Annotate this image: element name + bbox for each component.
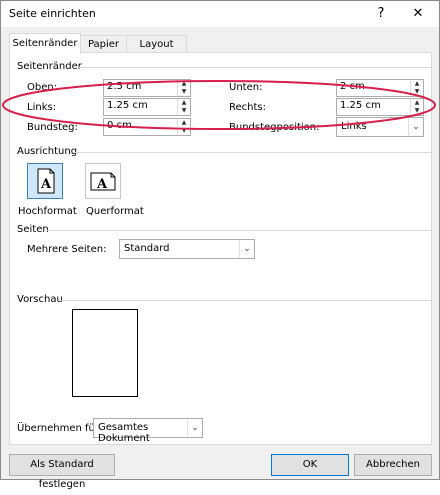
preview-heading: Vorschau — [17, 294, 63, 305]
orientation-heading-divider — [73, 152, 431, 153]
ok-button[interactable]: OK — [271, 454, 349, 476]
apply-to-label: Übernehmen für: — [17, 423, 103, 434]
multiple-pages-select[interactable]: Standard ⌄ — [119, 239, 255, 259]
preview-heading-divider — [59, 300, 431, 301]
svg-text:A: A — [40, 177, 52, 192]
portrait-button[interactable]: A — [27, 163, 63, 199]
svg-text:A: A — [96, 177, 108, 192]
page-setup-dialog: Seite einrichten ? ✕ Seitenränder Papier… — [0, 0, 440, 490]
pages-heading-divider — [47, 230, 431, 231]
orientation-heading: Ausrichtung — [17, 146, 78, 157]
page-preview — [72, 309, 138, 397]
landscape-page-icon: A — [90, 172, 116, 192]
portrait-page-icon: A — [37, 168, 55, 194]
pages-heading: Seiten — [17, 224, 49, 235]
tab-margins[interactable]: Seitenränder — [9, 33, 81, 54]
cancel-button[interactable]: Abbrechen — [354, 454, 432, 476]
multiple-pages-label: Mehrere Seiten: — [27, 244, 107, 255]
landscape-button[interactable]: A — [85, 163, 121, 199]
landscape-label[interactable]: Querformat — [86, 206, 144, 217]
chevron-down-icon[interactable]: ⌄ — [187, 419, 202, 437]
chevron-down-icon[interactable]: ⌄ — [239, 240, 254, 258]
apply-to-select[interactable]: Gesamtes Dokument ⌄ — [93, 418, 203, 444]
multiple-pages-value: Standard — [124, 243, 170, 254]
portrait-label[interactable]: Hochformat — [18, 206, 77, 217]
set-as-default-button[interactable]: Als Standard festlegen — [9, 454, 115, 490]
